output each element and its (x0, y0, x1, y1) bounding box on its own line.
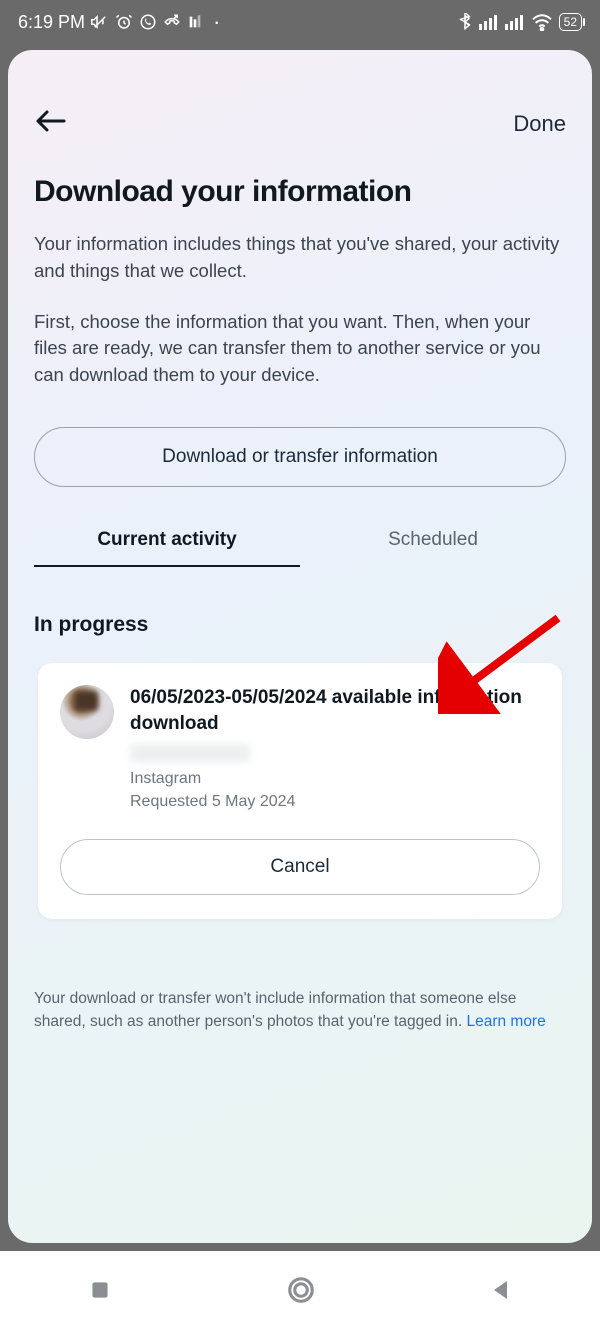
signal-1-icon (479, 14, 499, 30)
bluetooth-icon (457, 13, 473, 31)
mute-icon (91, 13, 109, 31)
redacted-username (130, 744, 250, 762)
disclaimer-text: Your download or transfer won't include … (34, 990, 516, 1030)
battery-icon: 52 (559, 13, 582, 31)
signal-2-icon (505, 14, 525, 30)
status-bar: 6:19 PM · 52 (0, 0, 600, 44)
triangle-left-icon (489, 1277, 513, 1303)
circle-icon (286, 1275, 316, 1305)
download-item-title: 06/05/2023-05/05/2024 available informat… (130, 685, 540, 736)
download-item-platform: Instagram (130, 768, 540, 790)
nav-recent-button[interactable] (87, 1277, 113, 1308)
wifi-icon (531, 13, 553, 31)
status-time: 6:19 PM (18, 12, 85, 33)
page-title: Download your information (34, 175, 566, 209)
tab-scheduled[interactable]: Scheduled (300, 515, 566, 567)
android-nav-bar (0, 1251, 600, 1333)
nav-back-button[interactable] (489, 1277, 513, 1308)
disclaimer: Your download or transfer won't include … (34, 987, 566, 1034)
tabs: Current activity Scheduled (34, 515, 566, 567)
misc-status-icon (187, 14, 203, 30)
section-heading: In progress (34, 613, 566, 637)
download-item-requested: Requested 5 May 2024 (130, 791, 540, 813)
intro-paragraph-1: Your information includes things that yo… (34, 231, 566, 285)
arrow-left-icon (34, 108, 68, 134)
app-screen: Done Download your information Your info… (8, 50, 592, 1243)
whatsapp-icon (139, 13, 157, 31)
back-button[interactable] (34, 108, 68, 139)
tab-current-activity[interactable]: Current activity (34, 515, 300, 567)
alarm-icon (115, 13, 133, 31)
nav-home-button[interactable] (286, 1275, 316, 1310)
download-card: 06/05/2023-05/05/2024 available informat… (38, 663, 562, 919)
learn-more-link[interactable]: Learn more (466, 1013, 545, 1030)
avatar (60, 685, 114, 739)
done-button[interactable]: Done (513, 111, 566, 137)
cancel-button[interactable]: Cancel (60, 839, 540, 895)
download-transfer-button[interactable]: Download or transfer information (34, 427, 566, 487)
square-icon (87, 1277, 113, 1303)
missed-call-icon (163, 13, 181, 31)
intro-paragraph-2: First, choose the information that you w… (34, 309, 566, 389)
